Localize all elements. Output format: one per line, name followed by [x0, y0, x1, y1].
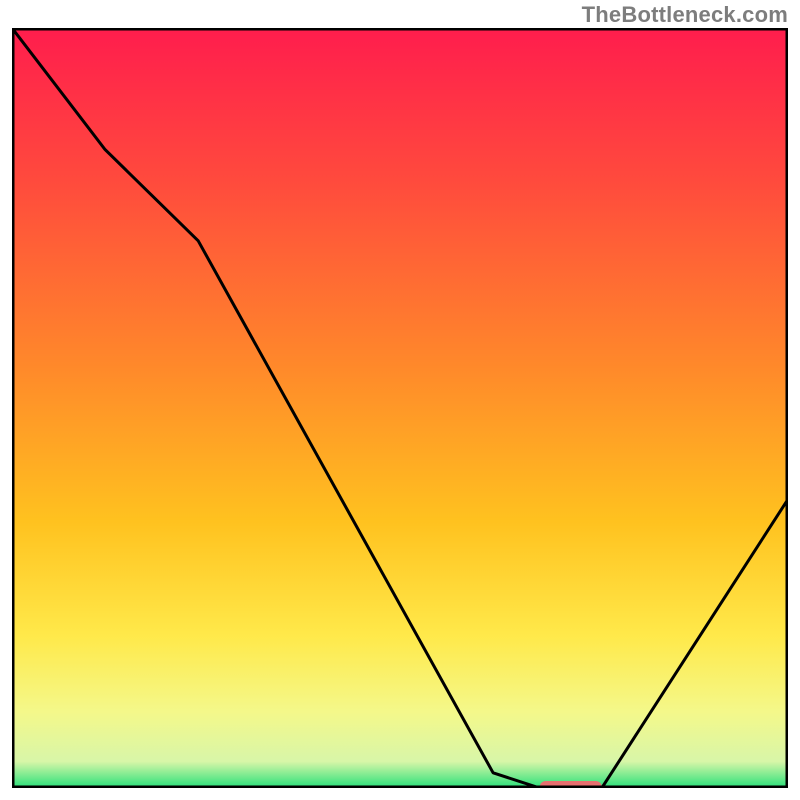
bottleneck-chart: [12, 28, 788, 788]
gradient-background: [12, 28, 788, 788]
chart-container: TheBottleneck.com: [0, 0, 800, 800]
watermark-text: TheBottleneck.com: [582, 2, 788, 28]
